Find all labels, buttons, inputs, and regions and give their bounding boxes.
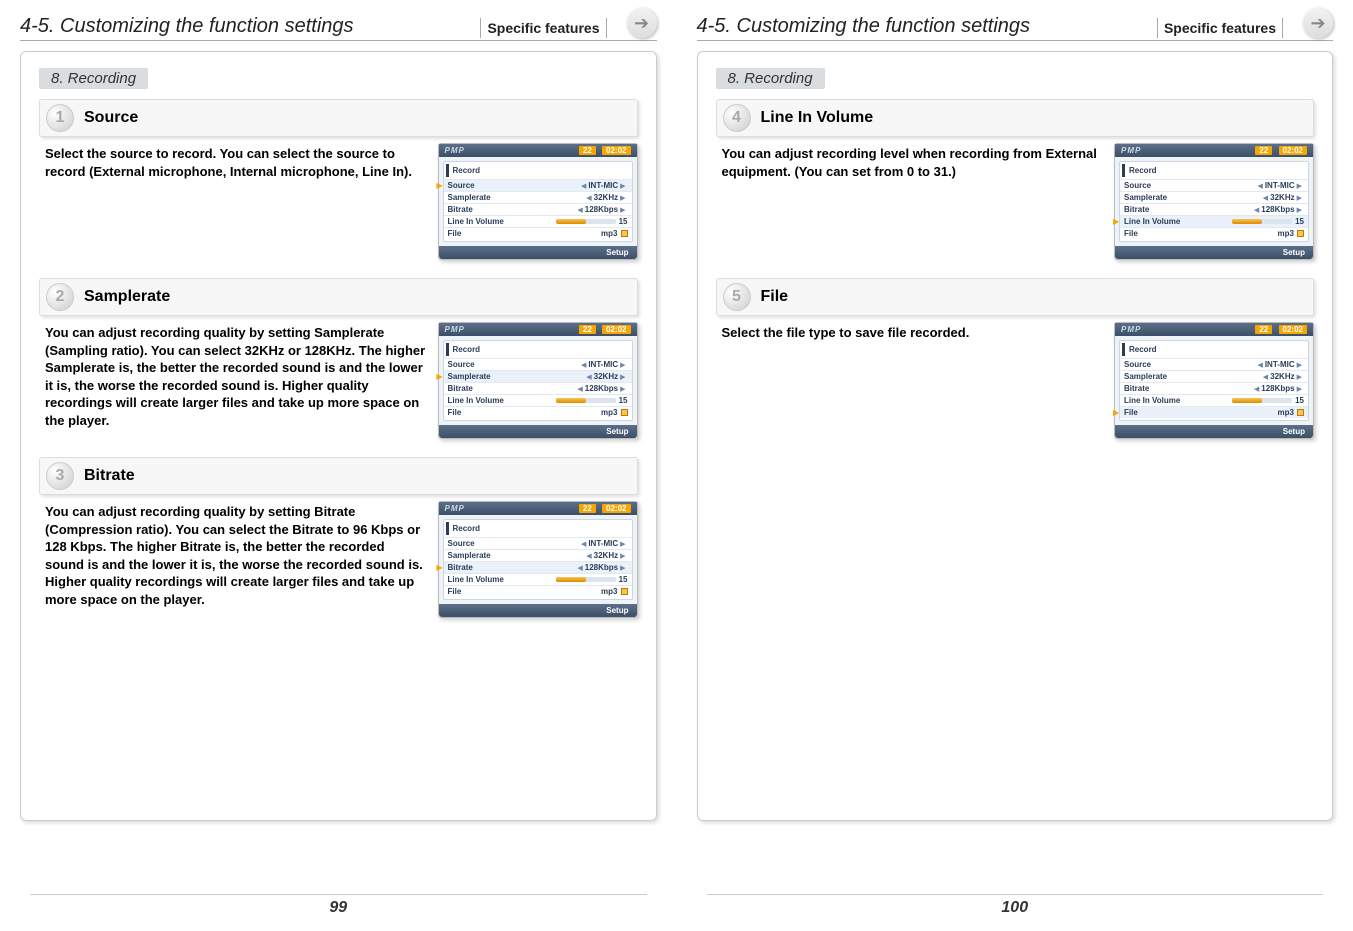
section-heading: 8. Recording <box>716 68 825 89</box>
row-linein: Line In Volume15 <box>1120 394 1308 406</box>
step-title: Source <box>84 109 138 127</box>
step-1: 1 Source Select the source to record. Yo… <box>39 99 638 260</box>
step-description: You can adjust recording level when reco… <box>716 143 1103 260</box>
step-header: 4 Line In Volume <box>716 99 1315 137</box>
step-description: You can adjust recording quality by sett… <box>39 501 426 618</box>
time-badge: 02:02 <box>602 146 630 155</box>
step-header: 1 Source <box>39 99 638 137</box>
device-brand: PMP <box>445 146 465 155</box>
row-samplerate: Samplerate◀32KHz▶ <box>1120 191 1308 203</box>
row-samplerate: ▶Samplerate◀32KHz▶ <box>444 370 632 382</box>
arrow-left-icon: ◀ <box>581 182 586 190</box>
step-number-icon: 3 <box>46 462 74 490</box>
content-frame-right: 8. Recording 4 Line In Volume You can ad… <box>697 51 1334 821</box>
row-source: Source◀INT-MIC▶ <box>444 358 632 370</box>
row-file: Filemp3 <box>444 585 632 597</box>
step-number-icon: 5 <box>723 283 751 311</box>
step-title: File <box>761 288 789 306</box>
row-source: ▶Source◀INT-MIC▶ <box>444 179 632 191</box>
highlight-marker-icon: ▶ <box>437 372 443 381</box>
step-description: Select the source to record. You can sel… <box>39 143 426 260</box>
row-samplerate: Samplerate◀32KHz▶ <box>444 191 632 203</box>
device-screenshot: PMP 22 02:02 Record Source◀INT-MIC▶ Samp… <box>1114 143 1314 260</box>
device-status: 22 02:02 <box>575 146 631 155</box>
step-3: 3 Bitrate You can adjust recording quali… <box>39 457 638 618</box>
row-bitrate: Bitrate◀128Kbps▶ <box>444 382 632 394</box>
row-file: ▶Filemp3 <box>1120 406 1308 418</box>
row-file: Filemp3 <box>444 406 632 418</box>
row-source: Source◀INT-MIC▶ <box>1120 179 1308 191</box>
device-screenshot: PMP 22 02:02 Record ▶Source◀INT-MIC▶ Sam… <box>438 143 638 260</box>
device-screenshot: PMP 22 02:02 Record Source◀INT-MIC▶ Samp… <box>1114 322 1314 439</box>
row-samplerate: Samplerate◀32KHz▶ <box>444 549 632 561</box>
step-title: Samplerate <box>84 288 170 306</box>
step-title: Line In Volume <box>761 109 874 127</box>
row-linein: ▶Line In Volume15 <box>1120 215 1308 227</box>
row-samplerate: Samplerate◀32KHz▶ <box>1120 370 1308 382</box>
step-title: Bitrate <box>84 467 135 485</box>
header-subtitle: Specific features <box>1157 18 1283 38</box>
row-source: Source◀INT-MIC▶ <box>1120 358 1308 370</box>
step-5: 5 File Select the file type to save file… <box>716 278 1315 439</box>
row-source: Source◀INT-MIC▶ <box>444 537 632 549</box>
step-description: Select the file type to save file record… <box>716 322 1103 439</box>
volume-bar-icon <box>556 219 616 224</box>
page-number: 99 <box>0 894 677 917</box>
page-left: 4-5. Customizing the function settings S… <box>0 0 677 931</box>
step-header: 5 File <box>716 278 1315 316</box>
file-badge-icon <box>621 230 628 237</box>
page-header: 4-5. Customizing the function settings S… <box>697 0 1334 41</box>
battery-badge: 22 <box>579 146 596 155</box>
row-linein: Line In Volume15 <box>444 573 632 585</box>
page-right: 4-5. Customizing the function settings S… <box>677 0 1353 931</box>
row-file: Filemp3 <box>1120 227 1308 239</box>
highlight-marker-icon: ▶ <box>1113 408 1119 417</box>
step-header: 3 Bitrate <box>39 457 638 495</box>
row-bitrate: ▶Bitrate◀128Kbps▶ <box>444 561 632 573</box>
step-number-icon: 4 <box>723 104 751 132</box>
arrow-right-icon: ➔ <box>627 8 657 38</box>
arrow-right-icon: ▶ <box>620 182 625 190</box>
row-linein: Line In Volume15 <box>444 215 632 227</box>
row-bitrate: Bitrate◀128Kbps▶ <box>444 203 632 215</box>
highlight-marker-icon: ▶ <box>437 181 443 190</box>
header-title: 4-5. Customizing the function settings <box>20 15 460 38</box>
content-frame-left: 8. Recording 1 Source Select the source … <box>20 51 657 821</box>
device-list-title: Record <box>446 164 630 177</box>
header-subtitle: Specific features <box>480 18 606 38</box>
header-title: 4-5. Customizing the function settings <box>697 15 1137 38</box>
page-number: 100 <box>677 894 1353 917</box>
step-number-icon: 2 <box>46 283 74 311</box>
step-description: You can adjust recording quality by sett… <box>39 322 426 439</box>
step-4: 4 Line In Volume You can adjust recordin… <box>716 99 1315 260</box>
highlight-marker-icon: ▶ <box>437 563 443 572</box>
device-screenshot: PMP 22 02:02 Record Source◀INT-MIC▶ ▶Sam… <box>438 322 638 439</box>
highlight-marker-icon: ▶ <box>1113 217 1119 226</box>
step-2: 2 Samplerate You can adjust recording qu… <box>39 278 638 439</box>
row-file: Filemp3 <box>444 227 632 239</box>
row-linein: Line In Volume15 <box>444 394 632 406</box>
step-number-icon: 1 <box>46 104 74 132</box>
section-heading: 8. Recording <box>39 68 148 89</box>
step-header: 2 Samplerate <box>39 278 638 316</box>
row-bitrate: Bitrate◀128Kbps▶ <box>1120 382 1308 394</box>
page-header: 4-5. Customizing the function settings S… <box>20 0 657 41</box>
device-screenshot: PMP 22 02:02 Record Source◀INT-MIC▶ Samp… <box>438 501 638 618</box>
device-footer: Setup <box>439 246 637 259</box>
arrow-right-icon: ➔ <box>1303 8 1333 38</box>
row-bitrate: Bitrate◀128Kbps▶ <box>1120 203 1308 215</box>
